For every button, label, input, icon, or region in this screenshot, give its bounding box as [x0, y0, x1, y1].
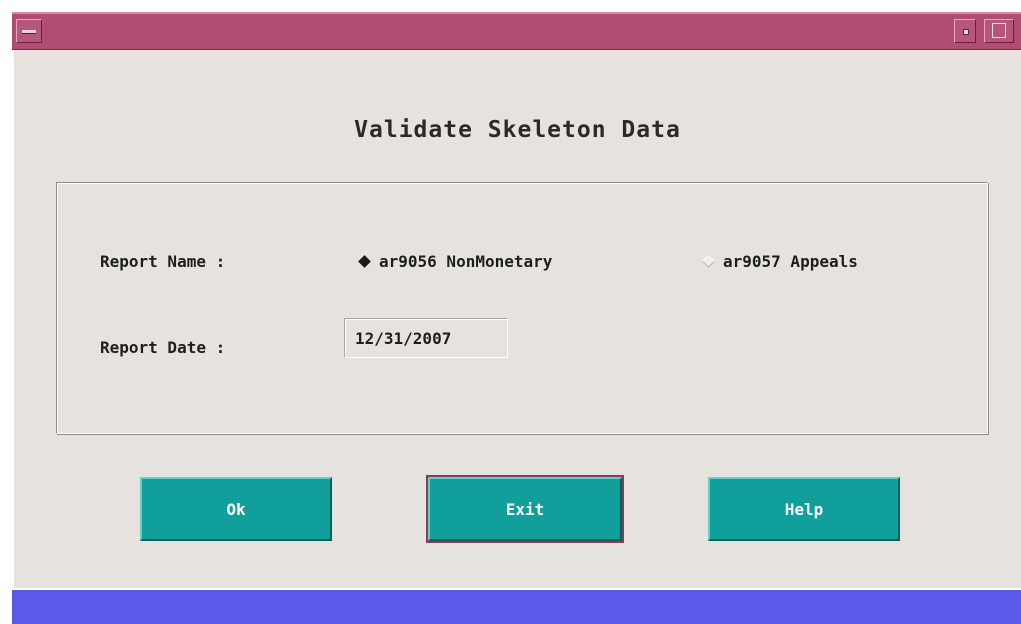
help-button[interactable]: Help [708, 477, 900, 541]
window-menu-icon [22, 30, 36, 34]
ok-button[interactable]: Ok [140, 477, 332, 541]
report-date-label: Report Date : [100, 338, 226, 357]
radio-ar9057-label: ar9057 Appeals [723, 252, 858, 271]
minimize-button[interactable] [954, 19, 976, 43]
radio-ar9056[interactable]: ar9056 NonMonetary [358, 252, 553, 271]
maximize-button[interactable] [984, 19, 1014, 43]
minimize-icon [963, 29, 969, 35]
dialog-window: Validate Skeleton Data Report Name : ar9… [12, 12, 1021, 624]
report-date-field[interactable] [344, 318, 508, 358]
exit-button[interactable]: Exit [426, 475, 624, 543]
dialog-content: Validate Skeleton Data Report Name : ar9… [12, 50, 1021, 588]
maximize-icon [992, 23, 1006, 38]
window-menu-button[interactable] [16, 19, 42, 43]
radio-selected-icon [358, 255, 371, 268]
status-bar [12, 588, 1021, 624]
radio-ar9057[interactable]: ar9057 Appeals [702, 252, 858, 271]
report-name-label: Report Name : [100, 252, 226, 271]
form-frame [56, 182, 988, 434]
radio-ar9056-label: ar9056 NonMonetary [379, 252, 553, 271]
title-bar[interactable] [12, 14, 1021, 50]
radio-unselected-icon [702, 255, 715, 268]
dialog-title: Validate Skeleton Data [354, 117, 681, 143]
